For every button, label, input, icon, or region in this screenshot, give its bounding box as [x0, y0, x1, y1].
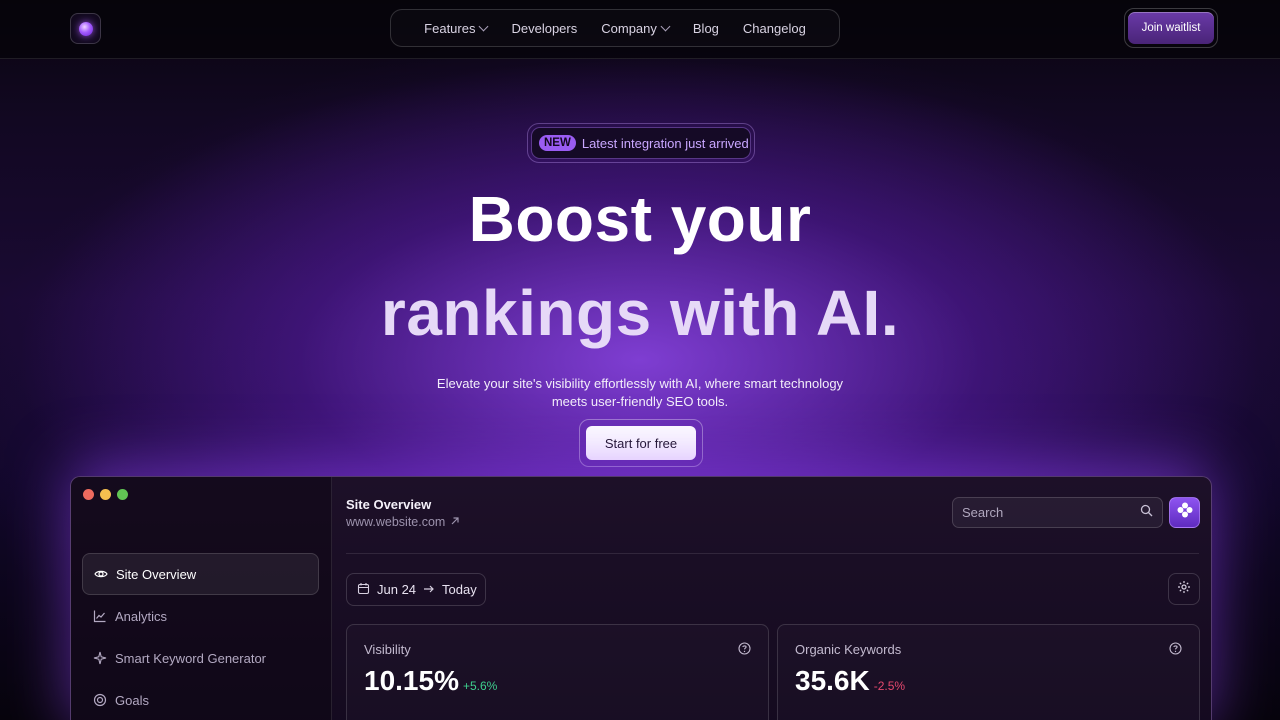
metric-value: 10.15% +5.6%: [364, 665, 498, 696]
chevron-down-icon: [660, 21, 671, 32]
top-navigation-bar: Features Developers Company Blog Changel…: [0, 0, 1280, 59]
date-range-picker[interactable]: Jun 24 Today: [346, 573, 486, 606]
sidebar-item-smart-keyword-generator[interactable]: Smart Keyword Generator: [82, 637, 319, 679]
chevron-down-icon: [479, 21, 489, 32]
sidebar-item-analytics[interactable]: Analytics: [82, 595, 319, 637]
sidebar-item-goals[interactable]: Goals: [82, 679, 319, 720]
logo-orb-icon: [78, 21, 93, 36]
metric-card-visibility: Visibility 10.15% +5.6%: [346, 624, 769, 720]
search-field: [952, 497, 1163, 528]
header-divider: [346, 553, 1199, 554]
external-link-icon: [450, 515, 460, 529]
help-icon[interactable]: [1169, 642, 1182, 660]
hero-subtitle: Elevate your site's visibility effortles…: [436, 376, 844, 409]
search-icon[interactable]: [1140, 504, 1153, 522]
metric-card-organic-keywords: Organic Keywords 35.6K -2.5%: [777, 624, 1200, 720]
help-icon[interactable]: [738, 642, 751, 660]
window-maximize-dot[interactable]: [117, 489, 128, 500]
sidebar-item-site-overview[interactable]: Site Overview: [82, 553, 319, 595]
gear-icon: [1177, 580, 1191, 599]
start-for-free-button[interactable]: Start for free: [586, 426, 696, 460]
app-preview-window: Site Overview Analytics Smart Keyword Ge…: [70, 476, 1212, 720]
cta-frame: Start for free: [579, 419, 703, 467]
search-input[interactable]: [962, 505, 1122, 520]
nav-item-changelog[interactable]: Changelog: [743, 21, 806, 36]
announcement-badge[interactable]: NEW Latest integration just arrived: [531, 127, 751, 159]
join-waitlist-frame: Join waitlist: [1124, 8, 1218, 48]
nav-item-blog[interactable]: Blog: [693, 21, 719, 36]
metric-label: Visibility: [364, 642, 411, 657]
hero-title-line1: Boost your: [468, 183, 812, 255]
settings-button[interactable]: [1168, 573, 1200, 605]
metric-delta: -2.5%: [873, 679, 906, 693]
metric-value: 35.6K -2.5%: [795, 665, 906, 696]
arrow-right-icon: [423, 582, 435, 597]
date-range-end: Today: [442, 582, 477, 597]
ai-assistant-button[interactable]: [1169, 497, 1200, 528]
join-waitlist-button[interactable]: Join waitlist: [1128, 12, 1214, 44]
date-range-start: Jun 24: [377, 582, 417, 597]
metric-label: Organic Keywords: [795, 642, 902, 657]
window-close-dot[interactable]: [83, 489, 94, 500]
new-tag: NEW: [539, 135, 576, 151]
announcement-text: Latest integration just arrived: [581, 135, 749, 151]
window-controls: [83, 489, 128, 500]
line-chart-icon: [93, 609, 107, 623]
announcement-badge-frame: NEW Latest integration just arrived: [527, 123, 755, 163]
brand-logo[interactable]: [70, 13, 101, 44]
app-sidebar: Site Overview Analytics Smart Keyword Ge…: [71, 477, 332, 720]
site-url-link[interactable]: www.website.com: [346, 515, 460, 529]
metric-delta: +5.6%: [462, 679, 498, 693]
target-icon: [93, 693, 107, 707]
calendar-icon: [357, 582, 370, 598]
hero-title-line2: rankings with AI.: [380, 277, 900, 349]
nav-item-company[interactable]: Company: [601, 21, 671, 36]
eye-icon: [94, 567, 108, 581]
ai-logo-icon: [1176, 501, 1194, 524]
nav-item-developers[interactable]: Developers: [511, 21, 577, 36]
main-nav: Features Developers Company Blog Changel…: [390, 9, 840, 47]
sparkle-icon: [93, 651, 107, 665]
nav-item-features[interactable]: Features: [424, 21, 489, 36]
window-minimize-dot[interactable]: [100, 489, 111, 500]
page-title: Site Overview: [346, 497, 432, 512]
